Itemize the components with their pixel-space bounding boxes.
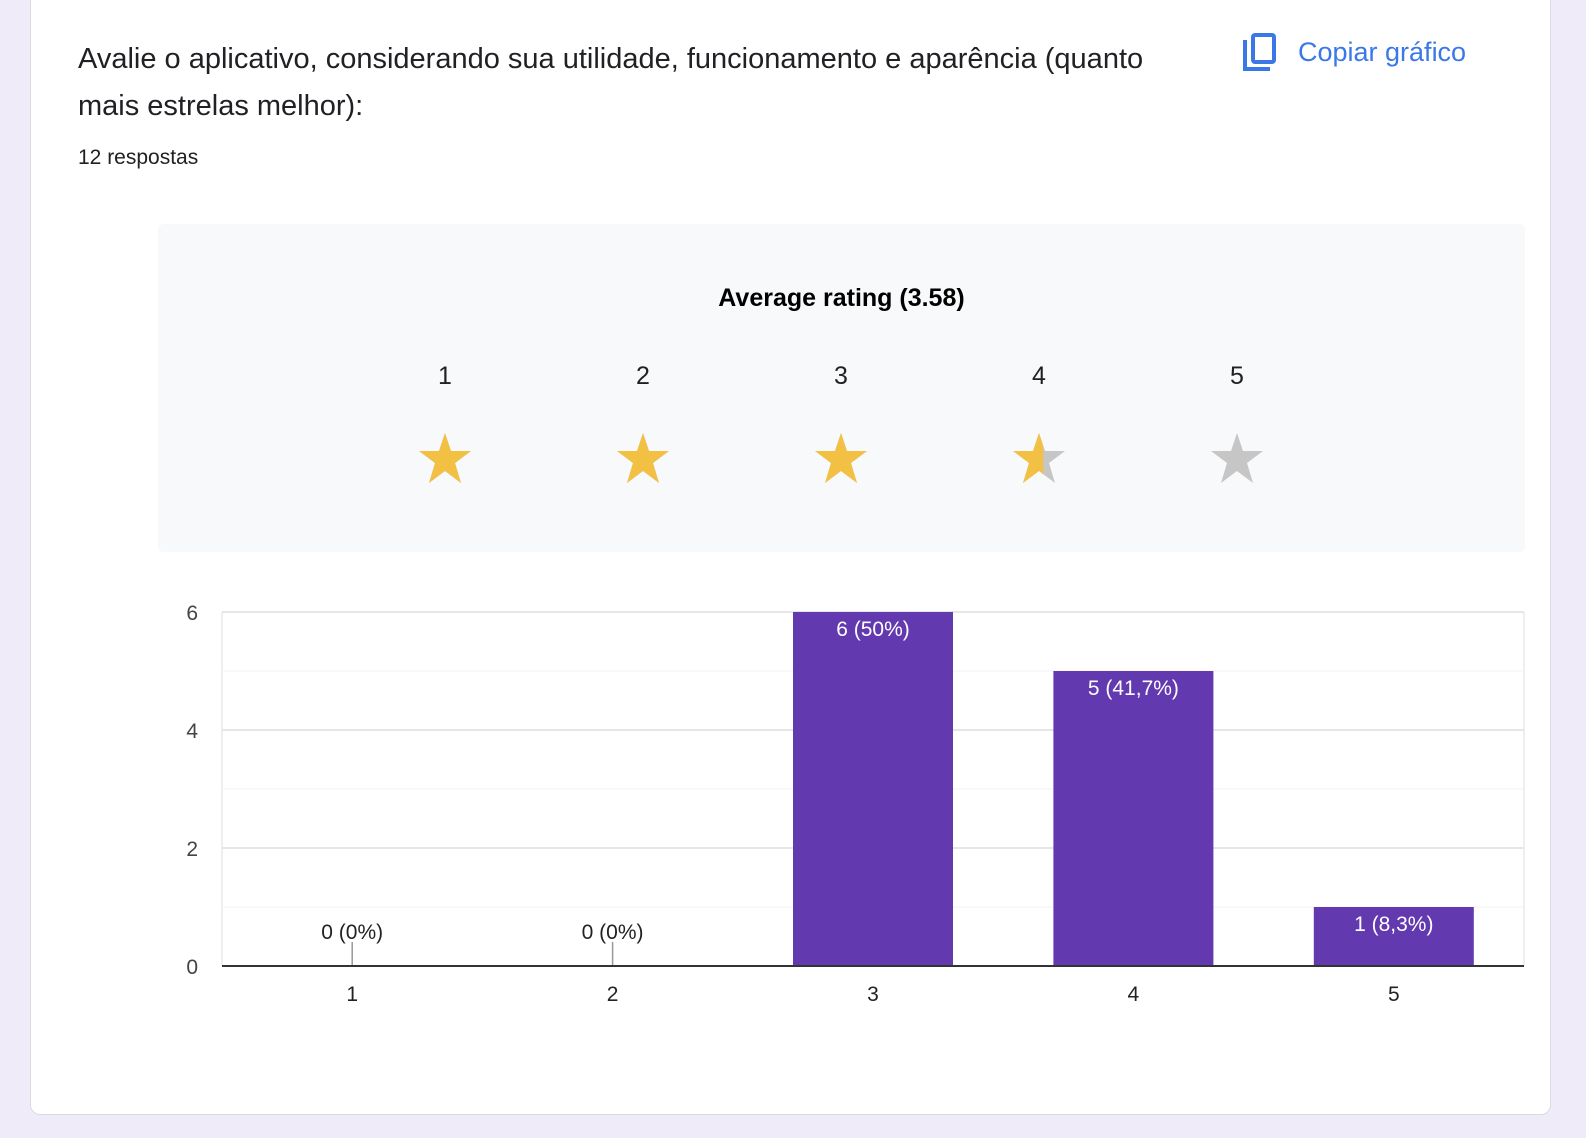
star-number: 2 <box>636 362 650 390</box>
question-card <box>30 0 1551 1115</box>
average-rating-panel: Average rating (3.58) 1 2 3 4 5 <box>158 224 1525 552</box>
star-2: 2 <box>603 362 683 483</box>
star-icon <box>815 433 867 483</box>
star-4: 4 <box>999 362 1079 483</box>
response-count: 12 respostas <box>78 146 199 169</box>
star-number: 1 <box>438 362 452 390</box>
star-number: 4 <box>1032 362 1046 390</box>
star-icon <box>419 433 471 483</box>
star-icon <box>617 433 669 483</box>
copy-chart-label: Copiar gráfico <box>1298 36 1467 67</box>
star-3: 3 <box>801 362 881 483</box>
question-title: Avalie o aplicativo, considerando sua ut… <box>78 43 1144 122</box>
star-number: 3 <box>834 362 848 390</box>
star-icon <box>1013 433 1065 483</box>
average-rating-label: Average rating (3.58) <box>718 284 965 312</box>
star-icon <box>1211 433 1263 483</box>
star-1: 1 <box>405 362 485 483</box>
copy-chart-button[interactable]: Copiar gráfico <box>1242 32 1466 72</box>
copy-icon <box>1243 33 1276 71</box>
star-5: 5 <box>1197 362 1277 483</box>
star-number: 5 <box>1230 362 1244 390</box>
